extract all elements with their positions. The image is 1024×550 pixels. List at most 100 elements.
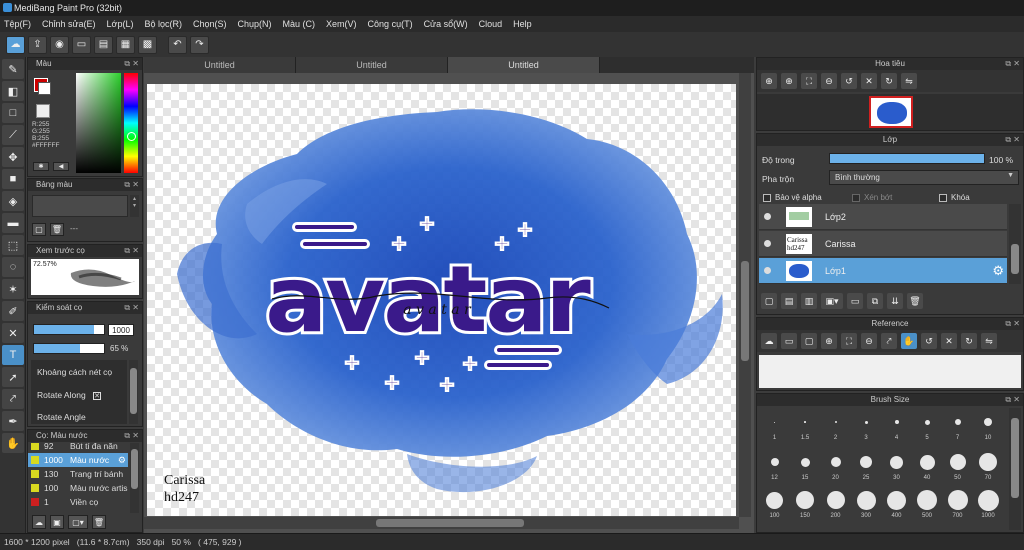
menu-select[interactable]: Chọn(S) — [193, 19, 227, 29]
reference-hand-icon[interactable]: ✋ — [901, 333, 917, 349]
fill-rect-tool-icon[interactable]: ■ — [2, 169, 24, 189]
brush-size-option[interactable]: 500 — [913, 489, 942, 519]
reference-zoom-in-icon[interactable]: ⊕ — [821, 333, 837, 349]
zoom-out-icon[interactable]: ⊖ — [821, 73, 837, 89]
layer-list-scrollbar[interactable] — [1009, 204, 1021, 284]
new-halftone-layer-icon[interactable]: ▤ — [781, 293, 797, 309]
menu-layer[interactable]: Lớp(L) — [107, 19, 134, 29]
lock-option[interactable]: Khóa — [939, 193, 970, 202]
layer-row-lop1[interactable]: Lớp1 ⚙ — [759, 258, 1007, 284]
page-icon[interactable]: ▤ — [94, 35, 113, 54]
hue-handle[interactable] — [127, 132, 136, 141]
brush-size-option[interactable]: 15 — [791, 451, 820, 481]
document-tab-3[interactable]: Untitled — [448, 57, 600, 73]
rotate-left-icon[interactable]: ↺ — [841, 73, 857, 89]
menu-cloud[interactable]: Cloud — [479, 19, 503, 29]
reference-rotate-right-icon[interactable]: ↻ — [961, 333, 977, 349]
protect-alpha-checkbox[interactable] — [763, 193, 771, 202]
lasso-select-tool-icon[interactable]: ⬚ — [2, 235, 24, 255]
comment-icon[interactable]: ▭ — [72, 35, 91, 54]
panel-close-icon[interactable]: ⧉ ✕ — [1005, 318, 1020, 330]
delete-layer-trash-icon[interactable]: 🗑 — [907, 293, 923, 309]
brush-size-option[interactable]: 100 — [760, 489, 789, 519]
duplicate-layer-icon[interactable]: ⧉ — [867, 293, 883, 309]
eyedropper-tool-icon[interactable]: ⤤ — [2, 389, 24, 409]
brush-size-option[interactable]: 10 — [974, 411, 1003, 441]
reference-rotate-left-icon[interactable]: ↺ — [921, 333, 937, 349]
primary-color-swatch[interactable] — [38, 82, 51, 95]
brush-size-slider[interactable] — [33, 324, 105, 335]
brush-size-option[interactable]: 20 — [821, 451, 850, 481]
hue-strip[interactable] — [124, 73, 138, 173]
menu-file[interactable]: Tệp(F) — [4, 19, 31, 29]
reference-view-area[interactable] — [759, 355, 1021, 388]
clipping-option[interactable]: Xén bớt — [852, 193, 892, 202]
palette-scrollbar[interactable]: ▴ ▾ — [130, 195, 139, 217]
panel-close-icon[interactable]: ⧉ ✕ — [1005, 134, 1020, 146]
reference-open-folder-icon[interactable]: ▭ — [781, 333, 797, 349]
chat-icon[interactable]: ◉ — [50, 35, 69, 54]
layer-opacity-slider[interactable] — [829, 153, 985, 164]
layer-add-menu-icon[interactable]: ▣▾ — [821, 293, 843, 309]
merge-layer-icon[interactable]: ⇊ — [887, 293, 903, 309]
brush-list-scrollbar[interactable] — [130, 443, 139, 513]
brush-option-spacing[interactable]: Khoảng cách nét cọ — [37, 367, 112, 377]
line-tool-icon[interactable]: ⟋ — [2, 125, 24, 145]
brush-list-item[interactable]: 130 Trang trí bánh — [28, 467, 128, 481]
layer-row-lop2[interactable]: Lớp2 — [759, 204, 1007, 230]
brush-list-item[interactable]: 100 Màu nước artis — [28, 481, 128, 495]
brush-size-option[interactable]: 12 — [760, 451, 789, 481]
brush-option-rotate-along[interactable]: Rotate Along ✕ — [37, 390, 102, 400]
select-pen-tool-icon[interactable]: ✐ — [2, 301, 24, 321]
magic-wand-tool-icon[interactable]: ✶ — [2, 279, 24, 299]
menu-help[interactable]: Help — [513, 19, 532, 29]
lock-checkbox[interactable] — [939, 193, 947, 202]
delete-palette-trash-icon[interactable]: 🗑 — [50, 223, 64, 236]
reference-canvas-icon[interactable]: ▢ — [801, 333, 817, 349]
brush-size-option[interactable]: 1.5 — [791, 411, 820, 441]
brush-size-value[interactable]: 1000 — [108, 324, 134, 336]
new-8bit-layer-icon[interactable]: ▥ — [801, 293, 817, 309]
flip-icon[interactable]: ⇋ — [901, 73, 917, 89]
pen-tool-icon[interactable]: ✒ — [2, 411, 24, 431]
brush-size-option[interactable]: 5 — [913, 411, 942, 441]
brush-list-item[interactable]: 92 Bút tỉ đa năn — [28, 443, 128, 453]
menu-filter[interactable]: Bộ lọc(R) — [144, 19, 182, 29]
panel-close-icon[interactable]: ⧉ ✕ — [124, 179, 139, 191]
grid-icon[interactable]: ▦ — [116, 35, 135, 54]
menu-snap[interactable]: Chụp(N) — [238, 19, 272, 29]
fit-screen-icon[interactable]: ⛶ — [801, 73, 817, 89]
brush-options-scrollbar[interactable] — [129, 360, 138, 424]
canvas-vertical-scroll-thumb[interactable] — [741, 261, 749, 361]
panel-close-icon[interactable]: ⧉ ✕ — [124, 302, 139, 314]
layer-visibility-icon[interactable] — [764, 213, 771, 220]
blend-mode-select[interactable]: Bình thường ▼ — [829, 170, 1019, 185]
brush-size-option[interactable]: 200 — [821, 489, 850, 519]
brush-option-rotate-angle[interactable]: Rotate Angle — [37, 412, 86, 422]
cloud-icon[interactable]: ☁ — [6, 35, 25, 54]
reference-eyedropper-icon[interactable]: ⤤ — [881, 333, 897, 349]
brush-size-option[interactable]: 150 — [791, 489, 820, 519]
reference-zoom-out-icon[interactable]: ⊖ — [861, 333, 877, 349]
layer-settings-gear-icon[interactable]: ⚙ — [992, 263, 1004, 279]
rotate-along-checkbox[interactable]: ✕ — [93, 392, 102, 400]
select-eraser-tool-icon[interactable]: ✕ — [2, 323, 24, 343]
transparent-swatch[interactable] — [36, 104, 50, 118]
brush-copy-icon[interactable]: ▣ — [50, 515, 64, 529]
panel-close-icon[interactable]: ⧉ ✕ — [1005, 394, 1020, 406]
brush-size-option[interactable]: 40 — [913, 451, 942, 481]
brush-opacity-slider[interactable] — [33, 343, 105, 354]
canvas-vertical-scrollbar[interactable] — [739, 73, 751, 517]
reference-cloud-icon[interactable]: ☁ — [761, 333, 777, 349]
reference-reset-icon[interactable]: ✕ — [941, 333, 957, 349]
menu-tools[interactable]: Công cụ(T) — [368, 19, 413, 29]
reference-flip-icon[interactable]: ⇋ — [981, 333, 997, 349]
rotate-right-icon[interactable]: ↻ — [881, 73, 897, 89]
folder-icon[interactable]: ▭ — [847, 293, 863, 309]
bucket-tool-icon[interactable]: ◈ — [2, 191, 24, 211]
move-tool-icon[interactable]: ✥ — [2, 147, 24, 167]
brush-list-item[interactable]: 1000 Màu nước ⚙ — [28, 453, 128, 467]
brush-settings-gear-icon[interactable]: ⚙ — [118, 453, 126, 467]
panel-close-icon[interactable]: ⧉ ✕ — [124, 430, 139, 442]
zoom-in-icon[interactable]: ⊕ — [761, 73, 777, 89]
